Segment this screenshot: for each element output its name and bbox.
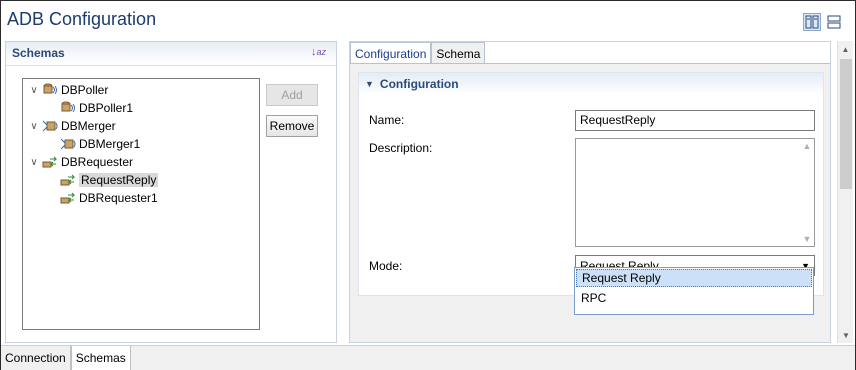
tab-schema[interactable]: Schema (431, 42, 486, 64)
add-button[interactable]: Add (266, 84, 318, 106)
db-requester-icon (59, 191, 77, 205)
tree-item-label: DBRequester (61, 155, 134, 169)
schemas-heading: Schemas (12, 46, 65, 60)
expand-chevron-icon[interactable]: ∨ (27, 121, 41, 132)
tree-item-label: DBRequester1 (79, 191, 158, 205)
expand-chevron-icon[interactable]: ∨ (27, 85, 41, 96)
description-label: Description: (369, 141, 433, 155)
schemas-panel: Schemas ↓az ∨ DBPoller DBPoller1 ∨ DBMerger D… (5, 41, 337, 343)
tree-item-label: DBPoller (61, 83, 109, 97)
tree-item[interactable]: ∨ DBMerger (23, 117, 259, 135)
scrollbar-thumb[interactable] (840, 59, 852, 189)
tab-schemas[interactable]: Schemas (70, 346, 131, 370)
mode-dropdown-list: Request Reply RPC (574, 267, 814, 315)
scroll-down-icon[interactable]: ▼ (803, 234, 812, 244)
mode-label: Mode: (369, 259, 403, 273)
db-requester-icon (41, 155, 59, 169)
configuration-section: ▼ Configuration Name: RequestReply Descr… (358, 72, 824, 296)
details-tabs: Configuration Schema (350, 42, 486, 64)
tree-item[interactable]: DBMerger1 (23, 135, 259, 153)
tab-configuration[interactable]: Configuration (350, 42, 432, 64)
tree-item-label: RequestReply (79, 173, 159, 187)
scroll-down-icon[interactable]: ▼ (838, 327, 854, 343)
collapse-triangle-icon[interactable]: ▼ (365, 79, 374, 89)
tree-item-label: DBPoller1 (79, 101, 134, 115)
tree-item[interactable]: ∨ DBPoller (23, 81, 259, 99)
scroll-up-icon[interactable]: ▲ (838, 41, 853, 57)
tree-item[interactable]: RequestReply (23, 171, 259, 189)
tab-connection[interactable]: Connection (1, 346, 71, 370)
db-requester-icon (59, 173, 77, 187)
remove-button[interactable]: Remove (266, 115, 318, 137)
tree-item[interactable]: DBPoller1 (23, 99, 259, 117)
editor-window: ADB Configuration Schemas ↓az ∨ DBPoller D… (0, 0, 856, 370)
description-field[interactable]: ▲ ▼ (575, 138, 815, 247)
vertical-layout-icon[interactable] (825, 13, 843, 31)
description-scrollbar[interactable]: ▲ ▼ (800, 139, 814, 246)
schemas-header: Schemas ↓az (6, 42, 336, 66)
horizontal-layout-icon[interactable] (803, 13, 821, 31)
editor-scrollbar[interactable]: ▲ ▼ (837, 41, 853, 343)
configuration-section-header[interactable]: ▼ Configuration (359, 73, 823, 95)
page-title: ADB Configuration (7, 9, 157, 29)
tree-item-label: DBMerger1 (79, 137, 141, 151)
db-poller-icon (59, 101, 77, 115)
schema-tree[interactable]: ∨ DBPoller DBPoller1 ∨ DBMerger DBMerger1 ∨ DBR… (22, 78, 260, 330)
editor-page-tabs: Connection Schemas (1, 345, 855, 370)
section-title: Configuration (379, 77, 459, 91)
tree-item[interactable]: ∨ DBRequester (23, 153, 259, 171)
name-label: Name: (369, 113, 405, 127)
mode-option-request-reply[interactable]: Request Reply (576, 269, 812, 287)
db-poller-icon (41, 83, 59, 97)
sort-alpha-icon[interactable]: ↓az (311, 46, 326, 58)
tree-item[interactable]: DBRequester1 (23, 189, 259, 207)
layout-toggle-group (803, 13, 843, 31)
name-field[interactable]: RequestReply (575, 110, 815, 131)
db-merger-icon (41, 119, 59, 133)
tree-item-label: DBMerger (61, 119, 116, 133)
db-merger-icon (59, 137, 77, 151)
scroll-up-icon[interactable]: ▲ (803, 141, 812, 151)
expand-chevron-icon[interactable]: ∨ (27, 157, 41, 168)
mode-option-rpc[interactable]: RPC (575, 288, 813, 308)
